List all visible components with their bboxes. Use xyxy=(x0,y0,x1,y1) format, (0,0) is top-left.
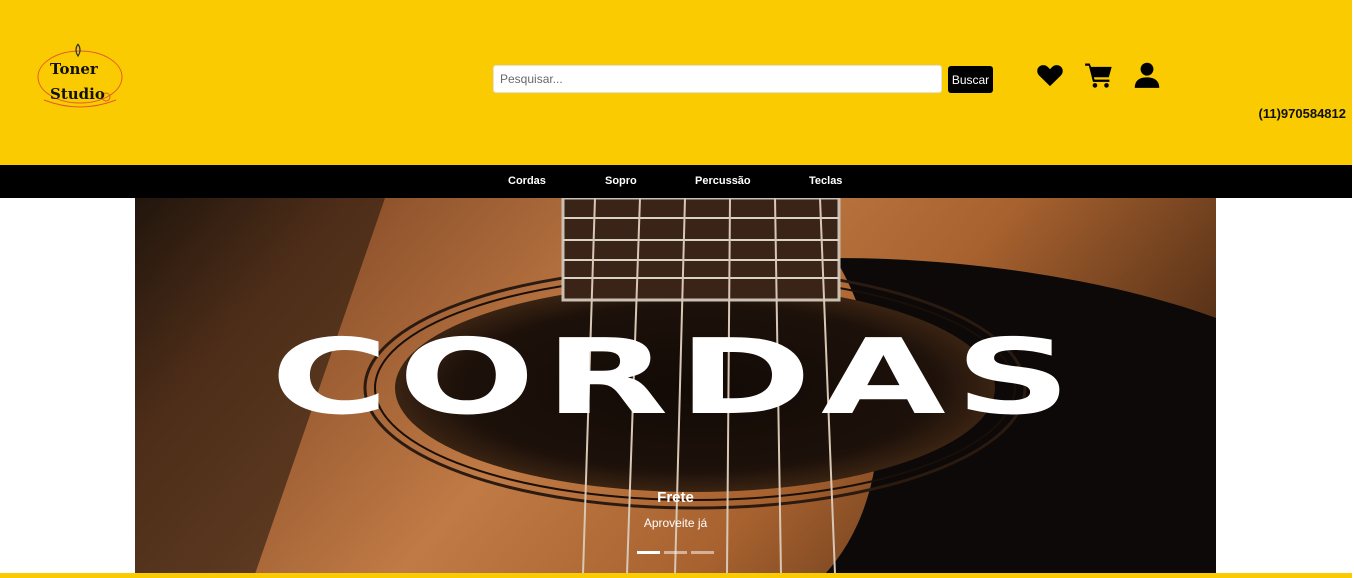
carousel-indicator-3[interactable] xyxy=(691,551,714,554)
footer-strip xyxy=(0,573,1354,578)
carousel-indicator-1[interactable] xyxy=(637,551,660,554)
logo-text-line2: Studio xyxy=(50,85,105,103)
account-button[interactable] xyxy=(1133,61,1163,91)
nav-item-sopro[interactable]: Sopro xyxy=(605,165,637,198)
hero-carousel[interactable]: CORDAS Frete Aproveite já xyxy=(135,198,1216,574)
carousel-caption-title: Frete xyxy=(657,489,694,506)
carousel-indicator-2[interactable] xyxy=(664,551,687,554)
nav-item-percussao[interactable]: Percussão xyxy=(695,165,751,198)
nav-item-cordas[interactable]: Cordas xyxy=(508,165,546,198)
cart-icon xyxy=(1085,63,1112,88)
search-input[interactable] xyxy=(493,65,942,93)
site-logo[interactable]: Toner Studio xyxy=(36,42,124,112)
site-header: Toner Studio Buscar (11)970584812 xyxy=(0,0,1354,165)
banner-title: CORDAS xyxy=(270,316,1081,438)
category-nav: Cordas Sopro Percussão Teclas xyxy=(0,165,1354,198)
heart-icon xyxy=(1037,65,1063,87)
phone-number: (11)970584812 xyxy=(1258,106,1346,121)
favorites-button[interactable] xyxy=(1036,61,1066,91)
nav-item-teclas[interactable]: Teclas xyxy=(809,165,842,198)
carousel-caption-text: Aproveite já xyxy=(643,516,708,530)
logo-text-line1: Toner xyxy=(50,60,98,78)
user-icon xyxy=(1134,62,1160,88)
search-button[interactable]: Buscar xyxy=(948,66,993,93)
cart-button[interactable] xyxy=(1084,61,1114,91)
